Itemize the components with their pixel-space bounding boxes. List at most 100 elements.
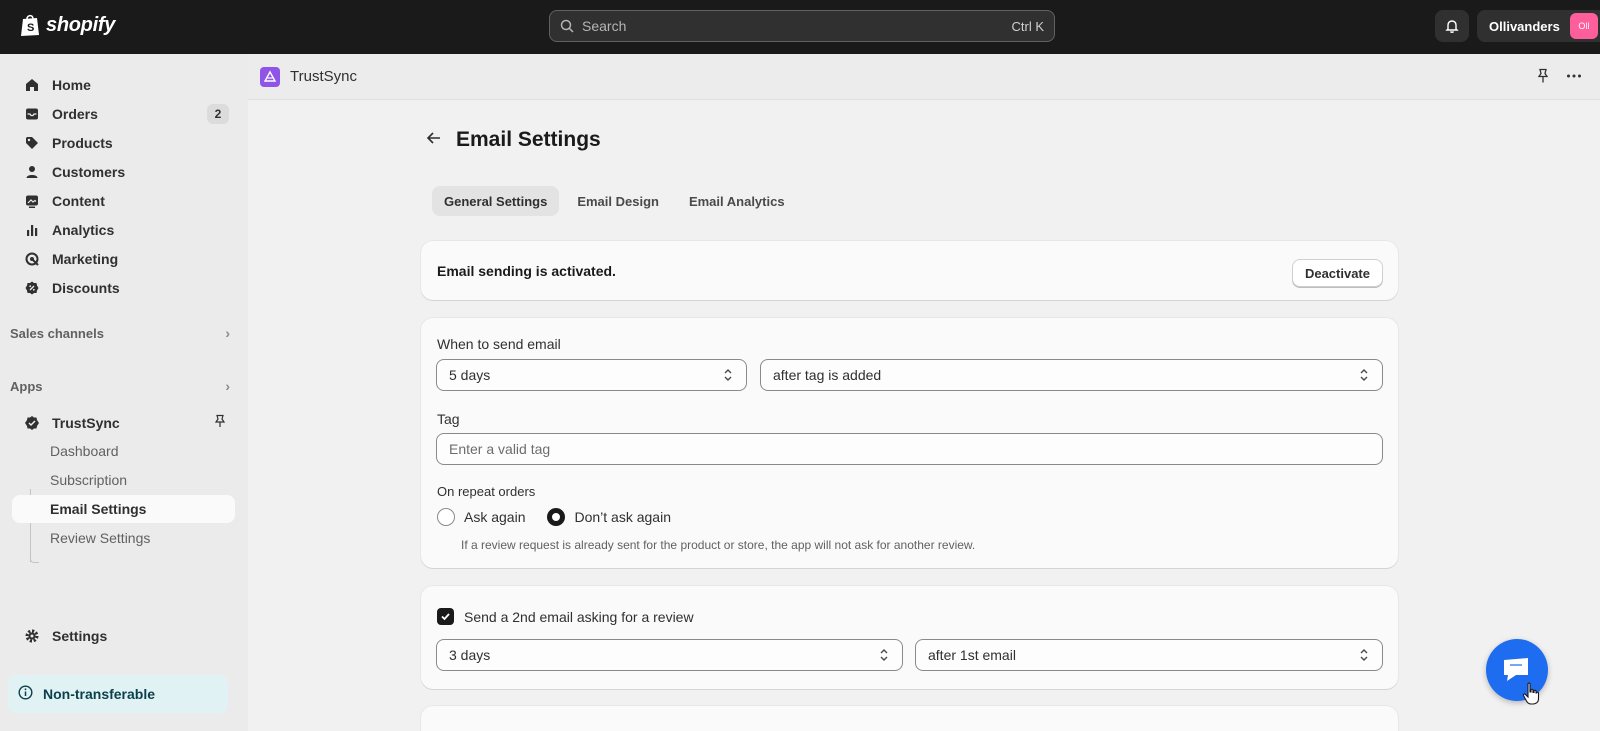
sidebar-subitem-label: Email Settings: [50, 501, 147, 517]
tab-email-design[interactable]: Email Design: [565, 186, 671, 216]
image-icon: [24, 193, 40, 209]
sidebar-item-analytics[interactable]: Analytics: [12, 216, 235, 243]
sidebar-item-orders[interactable]: Orders 2: [12, 100, 235, 127]
sidebar-item-discounts[interactable]: Discounts: [12, 274, 235, 301]
tree-elbow: [30, 554, 39, 563]
apps-section[interactable]: Apps ›: [10, 378, 230, 394]
delay-select[interactable]: 5 days: [436, 359, 747, 391]
person-icon: [24, 164, 40, 180]
sidebar-item-label: Orders: [52, 105, 98, 122]
sidebar: Home Orders 2 Products Customers Content…: [0, 54, 248, 731]
discount-icon: [24, 280, 40, 296]
sidebar-item-settings[interactable]: Settings: [12, 622, 235, 649]
shopify-bag-icon: S: [21, 14, 39, 36]
repeat-orders-label: On repeat orders: [437, 484, 536, 499]
pin-icon[interactable]: [1536, 68, 1550, 87]
second-email-checkbox[interactable]: [437, 608, 454, 625]
main-content: Email Settings General Settings Email De…: [248, 100, 1600, 731]
sidebar-item-label: Settings: [52, 627, 108, 644]
top-bar: S shopify Search Ctrl K Ollivanders Oll: [0, 0, 1600, 54]
repeat-orders-options: Ask again Don’t ask again: [437, 508, 671, 526]
when-to-send-label: When to send email: [437, 336, 561, 352]
shopify-logo[interactable]: S shopify: [20, 13, 115, 37]
email-status-message: Email sending is activated.: [437, 263, 616, 279]
sales-channels-section[interactable]: Sales channels ›: [10, 325, 230, 341]
brand-name: shopify: [46, 13, 116, 36]
next-settings-card: [421, 706, 1398, 731]
ask-again-radio[interactable]: [437, 508, 455, 526]
sidebar-item-label: Discounts: [52, 279, 120, 296]
info-icon: [18, 685, 33, 703]
inbox-icon: [24, 106, 40, 122]
select-arrows-icon: [1358, 648, 1370, 665]
pin-icon[interactable]: [213, 414, 227, 431]
chevron-right-icon: ›: [225, 325, 230, 341]
search-bar[interactable]: Search Ctrl K: [549, 10, 1055, 42]
target-icon: [24, 251, 40, 267]
sidebar-item-label: Marketing: [52, 250, 119, 267]
second-email-toggle[interactable]: Send a 2nd email asking for a review: [437, 608, 694, 625]
trigger-select[interactable]: after tag is added: [760, 359, 1383, 391]
tab-general-settings[interactable]: General Settings: [432, 186, 560, 216]
email-status-card: Email sending is activated. Deactivate: [421, 241, 1398, 300]
store-name: Ollivanders: [1489, 18, 1560, 34]
tag-input[interactable]: Enter a valid tag: [436, 433, 1383, 465]
sidebar-item-products[interactable]: Products: [12, 129, 235, 156]
sidebar-item-label: Home: [52, 76, 91, 93]
trustsync-logo-icon: [260, 66, 280, 87]
repeat-orders-help-text: If a review request is already sent for …: [461, 538, 976, 552]
sidebar-subitem-review-settings[interactable]: Review Settings: [12, 524, 235, 552]
non-transferable-notice[interactable]: Non-transferable: [8, 675, 228, 713]
app-header: TrustSync: [248, 54, 1600, 100]
search-placeholder: Search: [582, 18, 627, 34]
apps-label: Apps: [10, 378, 43, 394]
sidebar-item-content[interactable]: Content: [12, 187, 235, 214]
home-icon: [24, 77, 40, 93]
search-icon: [560, 19, 574, 33]
trigger-select-value: after tag is added: [773, 367, 882, 383]
sidebar-item-label: TrustSync: [52, 414, 120, 431]
sidebar-item-trustsync[interactable]: TrustSync: [12, 409, 235, 436]
sidebar-item-label: Products: [52, 134, 113, 151]
tab-email-analytics[interactable]: Email Analytics: [677, 186, 797, 216]
page-header: Email Settings: [426, 128, 601, 152]
deactivate-button[interactable]: Deactivate: [1291, 259, 1383, 287]
delay-select-value: 5 days: [449, 367, 491, 383]
sidebar-subitem-email-settings[interactable]: Email Settings: [12, 495, 235, 523]
dont-ask-again-label[interactable]: Don’t ask again: [574, 509, 671, 525]
hand-cursor-icon: [1522, 682, 1540, 709]
ask-again-label[interactable]: Ask again: [464, 509, 525, 525]
sidebar-subitem-subscription[interactable]: Subscription: [12, 466, 235, 494]
store-menu-button[interactable]: Ollivanders Oll: [1477, 10, 1600, 42]
sidebar-subitem-label: Subscription: [50, 472, 128, 488]
app-header-actions: [1536, 68, 1582, 87]
sidebar-item-marketing[interactable]: Marketing: [12, 245, 235, 272]
more-actions-icon[interactable]: [1566, 68, 1582, 87]
chevron-right-icon: ›: [225, 378, 230, 394]
second-email-label: Send a 2nd email asking for a review: [464, 608, 694, 625]
dont-ask-again-radio[interactable]: [547, 508, 566, 526]
avatar: Oll: [1569, 13, 1598, 39]
svg-text:S: S: [27, 22, 34, 34]
second-delay-select[interactable]: 3 days: [436, 639, 903, 671]
sidebar-subitem-dashboard[interactable]: Dashboard: [12, 437, 235, 465]
notifications-button[interactable]: [1435, 10, 1469, 42]
back-arrow-icon[interactable]: [426, 128, 442, 152]
notice-label: Non-transferable: [43, 686, 156, 702]
checkmark-icon: [441, 613, 450, 621]
chat-bubble-icon: [1504, 658, 1528, 681]
tag-label: Tag: [437, 411, 460, 427]
bar-chart-icon: [24, 222, 40, 238]
send-timing-card: When to send email 5 days after tag is a…: [421, 318, 1398, 568]
orders-count-badge: 2: [207, 103, 229, 124]
sidebar-item-customers[interactable]: Customers: [12, 158, 235, 185]
sidebar-item-label: Content: [52, 192, 105, 209]
sidebar-item-label: Analytics: [52, 221, 115, 238]
select-arrows-icon: [1358, 368, 1370, 385]
select-arrows-icon: [878, 648, 890, 665]
second-trigger-select[interactable]: after 1st email: [915, 639, 1383, 671]
search-shortcut: Ctrl K: [1011, 18, 1045, 34]
sidebar-item-home[interactable]: Home: [12, 71, 235, 98]
sidebar-item-label: Customers: [52, 163, 126, 180]
sidebar-subitem-label: Dashboard: [50, 443, 119, 459]
